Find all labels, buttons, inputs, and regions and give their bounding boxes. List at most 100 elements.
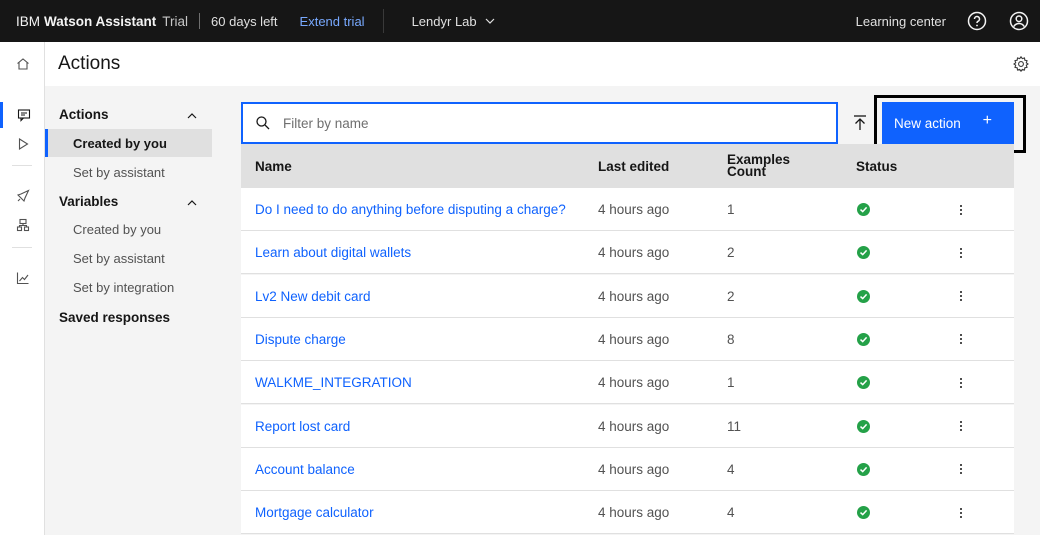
nav-actions-set-by-assistant[interactable]: Set by assistant bbox=[45, 158, 212, 186]
action-name-link[interactable]: Do I need to do anything before disputin… bbox=[255, 188, 566, 231]
last-edited-cell: 4 hours ago bbox=[598, 245, 670, 261]
column-header-examples-line2: Count bbox=[727, 164, 766, 179]
examples-count-cell: 11 bbox=[727, 418, 742, 434]
table-row: WALKME_INTEGRATION 4 hours ago 1 bbox=[241, 361, 1014, 405]
table-row: Report lost card 4 hours ago 11 bbox=[241, 404, 1014, 448]
brand-prefix: IBM bbox=[16, 13, 41, 29]
table-header: Name Last edited Examples Count Status bbox=[241, 144, 1014, 188]
checkmark-icon bbox=[857, 289, 870, 303]
column-header-name[interactable]: Name bbox=[255, 144, 292, 188]
nav-variables-set-by-assistant[interactable]: Set by assistant bbox=[45, 244, 212, 272]
search-input[interactable] bbox=[283, 115, 803, 131]
user-avatar-icon[interactable] bbox=[1008, 10, 1030, 32]
status-cell bbox=[857, 491, 870, 534]
chevron-up-icon[interactable] bbox=[186, 197, 198, 209]
workspace-switcher[interactable]: Lendyr Lab bbox=[412, 14, 495, 29]
overflow-menu-icon[interactable] bbox=[951, 275, 971, 318]
examples-count-cell: 8 bbox=[727, 331, 735, 347]
action-name-link[interactable]: WALKME_INTEGRATION bbox=[255, 361, 412, 404]
rail-divider bbox=[12, 247, 32, 248]
header-divider bbox=[382, 9, 384, 33]
column-header-examples-count[interactable]: Examples Count bbox=[727, 144, 790, 188]
nav-saved-responses[interactable]: Saved responses bbox=[59, 310, 170, 325]
table-row: Lv2 New debit card 4 hours ago 2 bbox=[241, 274, 1014, 318]
learning-center-link[interactable]: Learning center bbox=[856, 14, 946, 29]
filter-search[interactable] bbox=[241, 102, 838, 144]
secondary-nav: Actions Created by you Set by assistant … bbox=[45, 86, 212, 535]
nav-section-actions[interactable]: Actions bbox=[59, 107, 109, 122]
examples-count-cell: 2 bbox=[727, 288, 735, 304]
home-icon[interactable] bbox=[0, 51, 45, 77]
column-header-status[interactable]: Status bbox=[856, 144, 897, 188]
status-cell bbox=[857, 188, 870, 231]
action-name-link[interactable]: Dispute charge bbox=[255, 318, 346, 361]
last-edited-cell: 4 hours ago bbox=[598, 288, 670, 304]
action-name-link[interactable]: Report lost card bbox=[255, 405, 350, 448]
examples-count-cell: 1 bbox=[727, 375, 735, 391]
action-name-link[interactable]: Learn about digital wallets bbox=[255, 231, 411, 274]
last-edited-cell: 4 hours ago bbox=[598, 418, 670, 434]
rail-divider bbox=[12, 165, 32, 166]
action-name-link[interactable]: Mortgage calculator bbox=[255, 491, 374, 534]
actions-chat-icon[interactable] bbox=[0, 102, 45, 128]
header-divider bbox=[199, 13, 201, 29]
overflow-menu-icon[interactable] bbox=[951, 188, 971, 231]
checkmark-icon bbox=[857, 332, 870, 346]
last-edited-cell: 4 hours ago bbox=[598, 375, 670, 391]
status-cell bbox=[857, 318, 870, 361]
action-name-link[interactable]: Lv2 New debit card bbox=[255, 275, 371, 318]
help-icon[interactable] bbox=[966, 10, 988, 32]
overflow-menu-icon[interactable] bbox=[951, 361, 971, 404]
workspace-name: Lendyr Lab bbox=[411, 13, 477, 29]
status-cell bbox=[857, 231, 870, 274]
chevron-up-icon[interactable] bbox=[186, 110, 198, 122]
trial-days-left: 60 days left bbox=[211, 13, 278, 29]
column-header-last-edited[interactable]: Last edited bbox=[598, 144, 669, 188]
left-rail bbox=[0, 42, 45, 535]
analytics-icon[interactable] bbox=[0, 265, 45, 291]
header-actions: Learning center bbox=[856, 0, 1040, 42]
extend-trial-link[interactable]: Extend trial bbox=[300, 14, 365, 29]
nav-actions-created-by-you[interactable]: Created by you bbox=[45, 129, 212, 157]
overflow-menu-icon[interactable] bbox=[951, 405, 971, 448]
add-icon: + bbox=[982, 112, 992, 129]
checkmark-icon bbox=[857, 506, 870, 520]
gear-icon[interactable] bbox=[1012, 55, 1030, 73]
upload-icon[interactable] bbox=[850, 113, 870, 133]
status-cell bbox=[857, 275, 870, 318]
checkmark-icon bbox=[857, 203, 870, 216]
brand-plan: Trial bbox=[162, 13, 189, 29]
product-name[interactable]: IBM Watson Assistant Trial bbox=[0, 14, 188, 29]
examples-count-cell: 4 bbox=[727, 461, 735, 477]
examples-count-cell: 4 bbox=[727, 505, 735, 521]
chevron-down-icon bbox=[485, 18, 495, 24]
table-row: Account balance 4 hours ago 4 bbox=[241, 447, 1014, 491]
page-header: Actions bbox=[45, 42, 1040, 86]
checkmark-icon bbox=[857, 246, 870, 260]
examples-count-cell: 2 bbox=[727, 245, 735, 261]
top-header: IBM Watson Assistant Trial 60 days left … bbox=[0, 0, 1040, 42]
preview-play-icon[interactable] bbox=[0, 131, 45, 157]
action-name-link[interactable]: Account balance bbox=[255, 448, 355, 491]
overflow-menu-icon[interactable] bbox=[951, 231, 971, 274]
checkmark-icon bbox=[857, 376, 870, 390]
new-action-button[interactable]: New action + bbox=[882, 102, 1014, 144]
checkmark-icon bbox=[857, 419, 870, 433]
environments-icon[interactable] bbox=[0, 212, 45, 238]
nav-section-variables[interactable]: Variables bbox=[59, 194, 118, 209]
status-cell bbox=[857, 405, 870, 448]
brand-product: Watson Assistant bbox=[44, 13, 157, 29]
overflow-menu-icon[interactable] bbox=[951, 448, 971, 491]
table-row: Mortgage calculator 4 hours ago 4 bbox=[241, 491, 1014, 535]
table-row: Learn about digital wallets 4 hours ago … bbox=[241, 231, 1014, 275]
last-edited-cell: 4 hours ago bbox=[598, 505, 670, 521]
last-edited-cell: 4 hours ago bbox=[598, 331, 670, 347]
nav-variables-set-by-integration[interactable]: Set by integration bbox=[45, 273, 212, 301]
publish-rocket-icon[interactable] bbox=[0, 183, 45, 209]
status-cell bbox=[857, 361, 870, 404]
overflow-menu-icon[interactable] bbox=[951, 491, 971, 534]
last-edited-cell: 4 hours ago bbox=[598, 461, 670, 477]
nav-variables-created-by-you[interactable]: Created by you bbox=[45, 215, 212, 243]
table-row: Dispute charge 4 hours ago 8 bbox=[241, 317, 1014, 361]
overflow-menu-icon[interactable] bbox=[951, 318, 971, 361]
